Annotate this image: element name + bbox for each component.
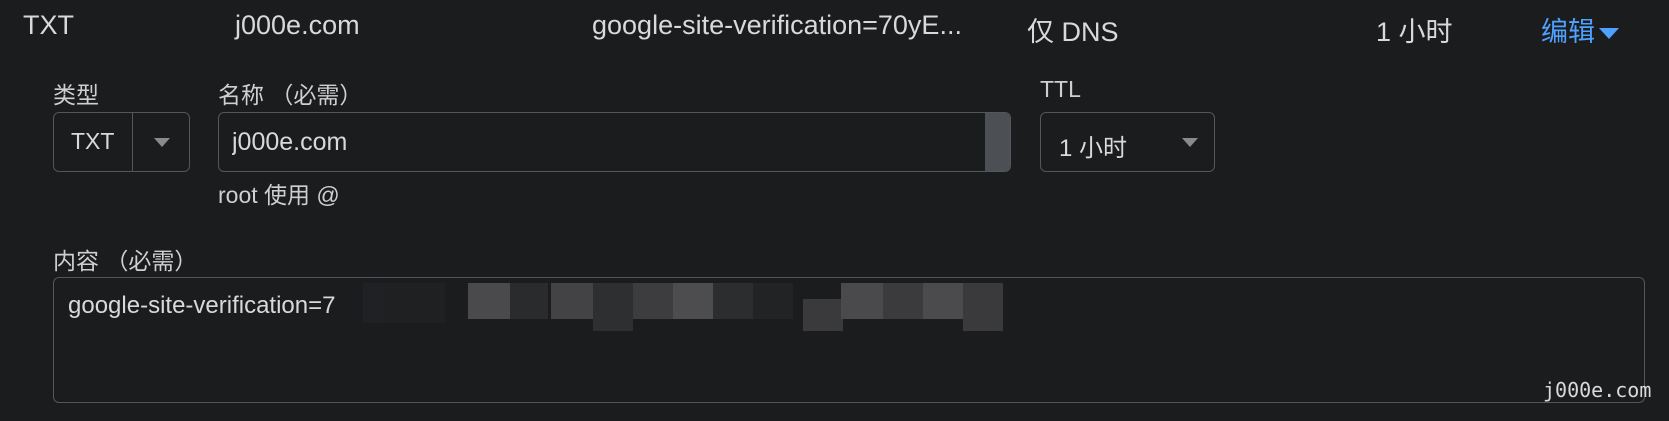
ttl-select[interactable]: 1 小时: [1040, 112, 1215, 172]
type-select[interactable]: TXT: [53, 112, 190, 172]
type-select-divider: [132, 113, 133, 171]
record-content-preview: google-site-verification=70yE...: [592, 10, 962, 40]
redacted-region: [363, 283, 1013, 331]
watermark-text: j000e.com: [1543, 378, 1652, 402]
record-ttl: 1 小时: [1376, 17, 1453, 47]
type-label: 类型: [53, 82, 99, 108]
edit-button-label: 编辑: [1541, 17, 1595, 47]
dns-record-row: TXT j000e.com google-site-verification=7…: [0, 0, 1669, 54]
ttl-label: TTL: [1040, 76, 1081, 102]
caret-down-icon: [1599, 28, 1619, 40]
chevron-down-icon: [154, 138, 170, 147]
record-type: TXT: [23, 10, 74, 40]
ttl-select-value: 1 小时: [1059, 135, 1128, 162]
record-name: j000e.com: [235, 10, 360, 40]
type-select-value: TXT: [71, 128, 115, 154]
chevron-down-icon: [1182, 138, 1198, 147]
name-label: 名称 （必需）: [218, 82, 363, 108]
name-hint: root 使用 @: [218, 182, 340, 208]
edit-button[interactable]: 编辑: [1541, 10, 1619, 49]
name-input-scrollbar[interactable]: [985, 113, 1010, 171]
content-label: 内容 （必需）: [53, 248, 198, 274]
record-proxy-status: 仅 DNS: [1027, 17, 1119, 47]
name-input[interactable]: [218, 112, 1011, 172]
